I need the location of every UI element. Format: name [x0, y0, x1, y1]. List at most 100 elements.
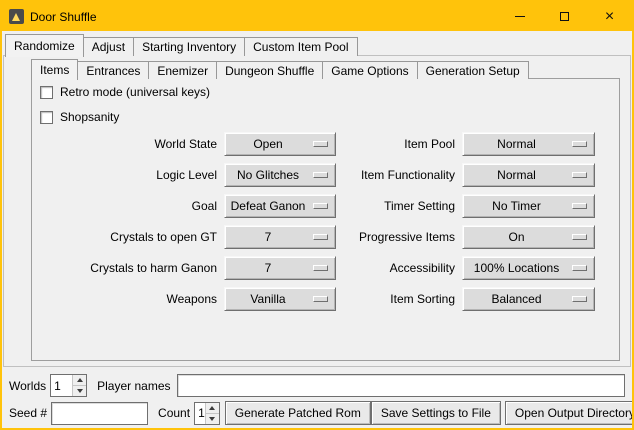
items-tab-pane: Retro mode (universal keys) Shopsanity W… [31, 78, 620, 361]
player-names-label: Player names [97, 379, 170, 393]
logic-level-dropdown[interactable]: No Glitches [224, 163, 336, 187]
dropdown-indicator-icon [572, 172, 587, 178]
seed-input[interactable] [51, 402, 148, 425]
worlds-spin-buttons [72, 375, 86, 396]
crystals-harm-ganon-dropdown[interactable]: 7 [224, 256, 336, 280]
open-output-directory-button[interactable]: Open Output Directory [505, 401, 634, 425]
generate-rom-button[interactable]: Generate Patched Rom [225, 401, 371, 425]
dropdown-indicator-icon [313, 172, 328, 178]
window-title: Door Shuffle [30, 10, 97, 24]
dropdown-value: Defeat Ganon [231, 199, 306, 213]
settings-row: World State Open Item Pool Normal [32, 128, 619, 159]
timer-setting-dropdown[interactable]: No Timer [462, 194, 595, 218]
dropdown-indicator-icon [572, 141, 587, 147]
accessibility-dropdown[interactable]: 100% Locations [462, 256, 595, 280]
dropdown-indicator-icon [313, 141, 328, 147]
dropdown-indicator-icon [572, 265, 587, 271]
logic-level-label: Logic Level [32, 168, 224, 182]
close-button[interactable]: × [587, 2, 632, 31]
count-spin-buttons [205, 403, 219, 424]
player-names-input[interactable] [177, 374, 626, 397]
dropdown-value: No Glitches [237, 168, 299, 182]
crystals-open-gt-dropdown[interactable]: 7 [224, 225, 336, 249]
app-icon [9, 9, 24, 24]
item-functionality-label: Item Functionality [336, 168, 462, 182]
minimize-button[interactable] [497, 2, 542, 31]
tab-entrances[interactable]: Entrances [77, 61, 149, 79]
titlebar[interactable]: Door Shuffle × [2, 2, 632, 31]
spin-up-button[interactable] [206, 403, 219, 413]
maximize-icon [560, 12, 569, 21]
outer-tab-bar: Randomize Adjust Starting Inventory Cust… [5, 33, 357, 56]
item-sorting-label: Item Sorting [336, 292, 462, 306]
retro-mode-row: Retro mode (universal keys) [40, 85, 210, 99]
settings-row: Logic Level No Glitches Item Functionali… [32, 159, 619, 190]
item-functionality-dropdown[interactable]: Normal [462, 163, 595, 187]
minimize-icon [515, 16, 525, 17]
spin-up-button[interactable] [73, 375, 86, 385]
world-state-dropdown[interactable]: Open [224, 132, 336, 156]
progressive-items-label: Progressive Items [336, 230, 462, 244]
tab-game-options[interactable]: Game Options [322, 61, 417, 79]
save-settings-button[interactable]: Save Settings to File [371, 401, 501, 425]
tab-custom-item-pool[interactable]: Custom Item Pool [244, 37, 357, 56]
dropdown-indicator-icon [313, 265, 328, 271]
arrow-down-icon [77, 389, 83, 393]
arrow-up-icon [77, 378, 83, 382]
dropdown-value: Balanced [491, 292, 541, 306]
maximize-button[interactable] [542, 2, 587, 31]
shopsanity-checkbox[interactable] [40, 111, 53, 124]
shopsanity-label: Shopsanity [60, 110, 119, 124]
retro-mode-label: Retro mode (universal keys) [60, 85, 210, 99]
count-spinbox[interactable]: 1 [194, 402, 220, 425]
world-state-label: World State [32, 137, 224, 151]
dropdown-value: Normal [497, 168, 536, 182]
dropdown-indicator-icon [313, 203, 328, 209]
worlds-label: Worlds [9, 379, 46, 393]
tab-generation-setup[interactable]: Generation Setup [417, 61, 529, 79]
spin-down-button[interactable] [206, 413, 219, 424]
dropdown-value: No Timer [492, 199, 541, 213]
tab-items[interactable]: Items [31, 59, 78, 80]
retro-mode-checkbox[interactable] [40, 86, 53, 99]
dropdown-indicator-icon [572, 234, 587, 240]
dropdown-value: Normal [497, 137, 536, 151]
worlds-value: 1 [51, 375, 72, 396]
progressive-items-dropdown[interactable]: On [462, 225, 595, 249]
tab-adjust[interactable]: Adjust [83, 37, 134, 56]
goal-dropdown[interactable]: Defeat Ganon [224, 194, 336, 218]
crystals-open-gt-label: Crystals to open GT [32, 230, 224, 244]
dropdown-value: 7 [265, 261, 272, 275]
worlds-row: Worlds 1 Player names [9, 374, 625, 397]
settings-grid: World State Open Item Pool Normal Logic … [32, 128, 619, 314]
spin-down-button[interactable] [73, 385, 86, 396]
settings-row: Weapons Vanilla Item Sorting Balanced [32, 283, 619, 314]
item-pool-dropdown[interactable]: Normal [462, 132, 595, 156]
dropdown-value: Open [253, 137, 282, 151]
tab-dungeon-shuffle[interactable]: Dungeon Shuffle [216, 61, 323, 79]
settings-row: Crystals to open GT 7 Progressive Items … [32, 221, 619, 252]
dropdown-value: On [508, 230, 524, 244]
count-value: 1 [195, 403, 205, 424]
shopsanity-row: Shopsanity [40, 110, 119, 124]
settings-row: Crystals to harm Ganon 7 Accessibility 1… [32, 252, 619, 283]
worlds-spinbox[interactable]: 1 [50, 374, 87, 397]
app-window: Door Shuffle × Randomize Adjust Starting… [0, 0, 634, 430]
arrow-down-icon [209, 417, 215, 421]
accessibility-label: Accessibility [336, 261, 462, 275]
tab-starting-inventory[interactable]: Starting Inventory [133, 37, 245, 56]
dropdown-indicator-icon [572, 296, 587, 302]
tab-randomize[interactable]: Randomize [5, 34, 84, 57]
item-pool-label: Item Pool [336, 137, 462, 151]
crystals-harm-ganon-label: Crystals to harm Ganon [32, 261, 224, 275]
dropdown-indicator-icon [313, 234, 328, 240]
count-label: Count [158, 406, 190, 420]
settings-row: Goal Defeat Ganon Timer Setting No Timer [32, 190, 619, 221]
item-sorting-dropdown[interactable]: Balanced [462, 287, 595, 311]
tab-enemizer[interactable]: Enemizer [148, 61, 217, 79]
dropdown-indicator-icon [313, 296, 328, 302]
weapons-dropdown[interactable]: Vanilla [224, 287, 336, 311]
timer-setting-label: Timer Setting [336, 199, 462, 213]
goal-label: Goal [32, 199, 224, 213]
weapons-label: Weapons [32, 292, 224, 306]
